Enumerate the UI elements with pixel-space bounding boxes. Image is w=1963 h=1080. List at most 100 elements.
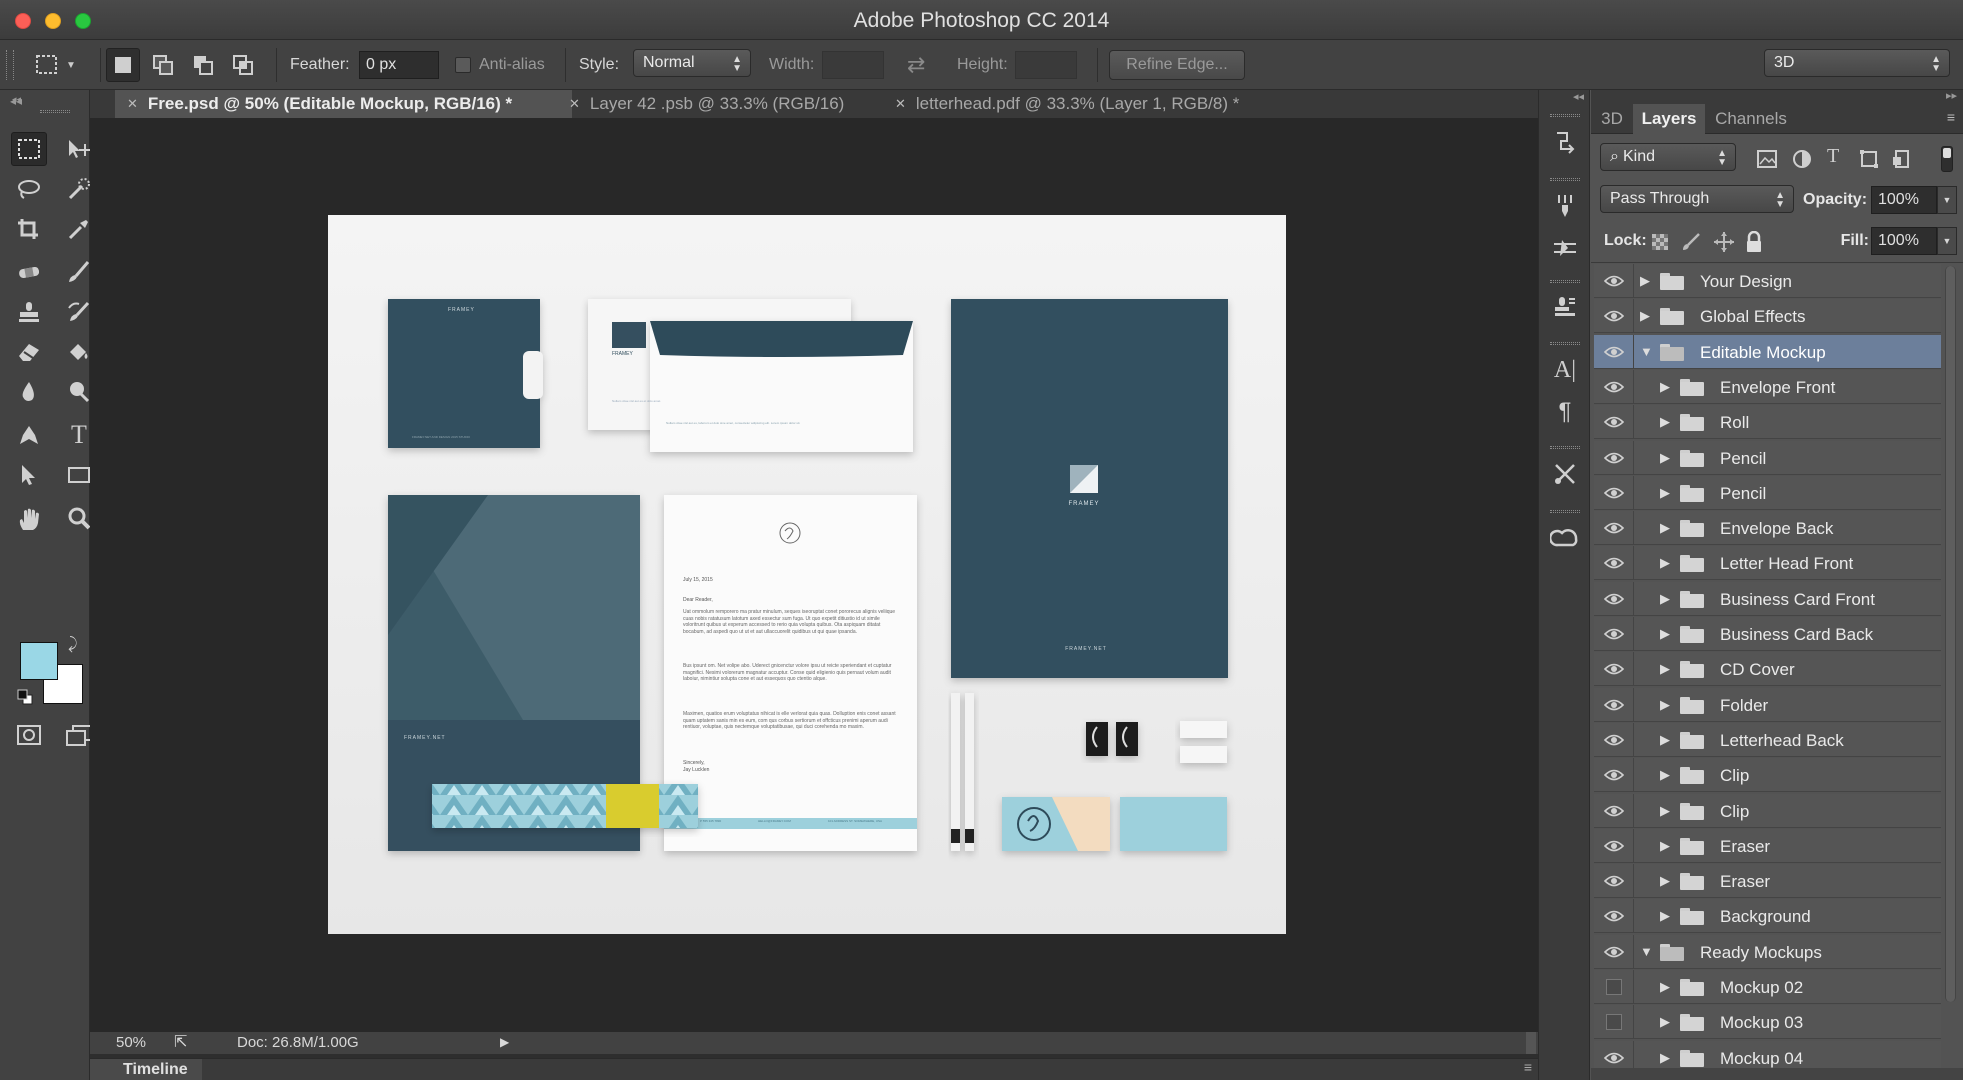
layer-row[interactable]: ▶ CD Cover [1594, 652, 1941, 687]
layer-row[interactable]: ▶ Roll [1594, 405, 1941, 440]
tab-3d[interactable]: 3D [1591, 104, 1633, 134]
disclosure-closed-icon[interactable]: ▶ [1660, 767, 1670, 783]
add-to-selection-button[interactable] [146, 48, 180, 82]
path-selection-tool[interactable] [11, 458, 47, 492]
pen-tool[interactable] [11, 418, 47, 452]
visibility-toggle[interactable] [1594, 828, 1634, 863]
document-canvas[interactable]: FRAMEY FRAMEY.NET AND DESIGN 2015 STUDIO… [328, 215, 1286, 934]
antialias-option[interactable]: Anti-alias [455, 40, 545, 90]
layer-row[interactable]: ▶ Envelope Front [1594, 369, 1941, 404]
filter-toggle[interactable] [1941, 146, 1953, 172]
paragraph-panel-button[interactable]: ¶ [1549, 396, 1581, 428]
layers-list[interactable]: ▶ Your Design ▶ Global Effects ▼ Editable Moc… [1594, 264, 1941, 1080]
layer-row[interactable]: ▼ Ready Mockups [1594, 934, 1941, 969]
layer-row[interactable]: ▶ Background [1594, 899, 1941, 934]
collapse-left-icon[interactable]: ◂◂ [10, 94, 22, 108]
tab-free-psd[interactable]: ✕ Free.psd @ 50% (Editable Mockup, RGB/1… [115, 90, 572, 118]
layer-row[interactable]: ▶ Business Card Front [1594, 581, 1941, 616]
disclosure-closed-icon[interactable]: ▶ [1660, 485, 1670, 501]
visibility-toggle[interactable] [1594, 546, 1634, 581]
layer-row[interactable]: ▶ Eraser [1594, 864, 1941, 899]
swap-colors-icon[interactable]: ⤸ [68, 636, 78, 654]
tab-channels[interactable]: Channels [1705, 104, 1797, 134]
disclosure-closed-icon[interactable]: ▶ [1660, 626, 1670, 642]
rectangular-marquee-tool[interactable] [11, 132, 47, 166]
visibility-toggle[interactable] [1594, 264, 1634, 298]
visibility-toggle[interactable] [1594, 687, 1634, 722]
quick-mask-button[interactable] [11, 718, 47, 752]
layer-row[interactable]: ▶ Eraser [1594, 828, 1941, 863]
status-menu-arrow-icon[interactable]: ▶ [500, 1035, 509, 1049]
layer-row[interactable]: ▶ Your Design [1594, 264, 1941, 298]
disclosure-closed-icon[interactable]: ▶ [1660, 1014, 1670, 1030]
crop-tool[interactable] [11, 212, 47, 246]
timeline-tab[interactable]: Timeline [90, 1059, 202, 1080]
foreground-color-swatch[interactable] [20, 642, 58, 680]
tool-presets-button[interactable] [1549, 458, 1581, 490]
lasso-tool[interactable] [11, 172, 47, 206]
history-panel-button[interactable] [1549, 126, 1581, 158]
layer-row[interactable]: ▶ Clip [1594, 758, 1941, 793]
tab-layers[interactable]: Layers [1633, 104, 1705, 134]
visibility-toggle[interactable] [1594, 934, 1634, 969]
blur-tool[interactable] [11, 375, 47, 409]
share-icon[interactable]: ⇱ [174, 1032, 187, 1052]
visibility-toggle[interactable] [1594, 722, 1634, 757]
visibility-toggle[interactable] [1594, 299, 1634, 334]
type-filter-icon[interactable]: T [1827, 145, 1839, 168]
intersect-selection-button[interactable] [226, 48, 260, 82]
disclosure-closed-icon[interactable]: ▶ [1660, 732, 1670, 748]
height-input[interactable] [1015, 51, 1077, 79]
filter-kind-select[interactable]: ⌕ Kind ▲ ▼ [1600, 143, 1736, 171]
swap-dimensions-icon[interactable]: ⇄ [907, 40, 925, 90]
blend-mode-select[interactable]: Pass Through ▲ ▼ [1600, 185, 1794, 213]
visibility-toggle[interactable] [1594, 581, 1634, 616]
tab-layer-42[interactable]: ✕ Layer 42 .psb @ 33.3% (RGB/16) [557, 90, 867, 118]
disclosure-closed-icon[interactable]: ▶ [1660, 1050, 1670, 1066]
visibility-toggle[interactable] [1594, 970, 1634, 1004]
layer-row[interactable]: ▶ Mockup 02 [1594, 970, 1941, 1004]
disclosure-closed-icon[interactable]: ▶ [1660, 379, 1670, 395]
layer-row[interactable]: ▶ Letterhead Back [1594, 722, 1941, 757]
canvas-area[interactable]: FRAMEY FRAMEY.NET AND DESIGN 2015 STUDIO… [90, 118, 1538, 1032]
visibility-toggle[interactable] [1594, 440, 1634, 475]
disclosure-open-icon[interactable]: ▼ [1640, 344, 1653, 359]
visibility-toggle[interactable] [1594, 405, 1634, 440]
disclosure-closed-icon[interactable]: ▶ [1660, 661, 1670, 677]
brush-presets-button[interactable] [1549, 190, 1581, 222]
disclosure-closed-icon[interactable]: ▶ [1660, 803, 1670, 819]
close-tab-icon[interactable]: ✕ [569, 96, 580, 112]
layer-row[interactable]: ▶ Business Card Back [1594, 617, 1941, 651]
disclosure-closed-icon[interactable]: ▶ [1660, 979, 1670, 995]
zoom-level-field[interactable]: 50% [116, 1034, 146, 1051]
lock-position-icon[interactable] [1713, 231, 1735, 253]
panel-menu-icon[interactable]: ≡ [1947, 109, 1955, 125]
disclosure-closed-icon[interactable]: ▶ [1640, 273, 1650, 289]
disclosure-closed-icon[interactable]: ▶ [1660, 450, 1670, 466]
visibility-toggle[interactable] [1594, 511, 1634, 546]
disclosure-closed-icon[interactable]: ▶ [1640, 308, 1650, 324]
panel-menu-icon[interactable]: ≡ [1524, 1059, 1532, 1075]
visibility-toggle[interactable] [1594, 864, 1634, 899]
close-tab-icon[interactable]: ✕ [127, 96, 138, 112]
visibility-toggle[interactable] [1594, 899, 1634, 934]
collapse-dock-icon[interactable]: ◂◂ [1573, 90, 1584, 103]
disclosure-closed-icon[interactable]: ▶ [1660, 697, 1670, 713]
disclosure-closed-icon[interactable]: ▶ [1660, 520, 1670, 536]
feather-input[interactable]: 0 px [359, 51, 439, 79]
disclosure-closed-icon[interactable]: ▶ [1660, 591, 1670, 607]
collapse-panels-icon[interactable]: ▸▸ [1946, 89, 1957, 102]
disclosure-closed-icon[interactable]: ▶ [1660, 414, 1670, 430]
vertical-scrollbar-end[interactable] [1526, 1032, 1536, 1054]
smart-object-filter-icon[interactable] [1892, 149, 1912, 169]
visibility-toggle[interactable] [1594, 369, 1634, 404]
layer-row[interactable]: ▶ Global Effects [1594, 299, 1941, 334]
layers-scrollbar[interactable] [1945, 266, 1956, 1002]
antialias-checkbox[interactable] [455, 57, 471, 73]
scrollbar-thumb[interactable] [1946, 266, 1955, 1002]
new-selection-button[interactable] [106, 48, 140, 82]
tool-preset-picker[interactable]: ▼ [34, 50, 86, 80]
subtract-from-selection-button[interactable] [186, 48, 220, 82]
layer-row[interactable]: ▶ Folder [1594, 687, 1941, 722]
visibility-toggle[interactable] [1594, 475, 1634, 510]
